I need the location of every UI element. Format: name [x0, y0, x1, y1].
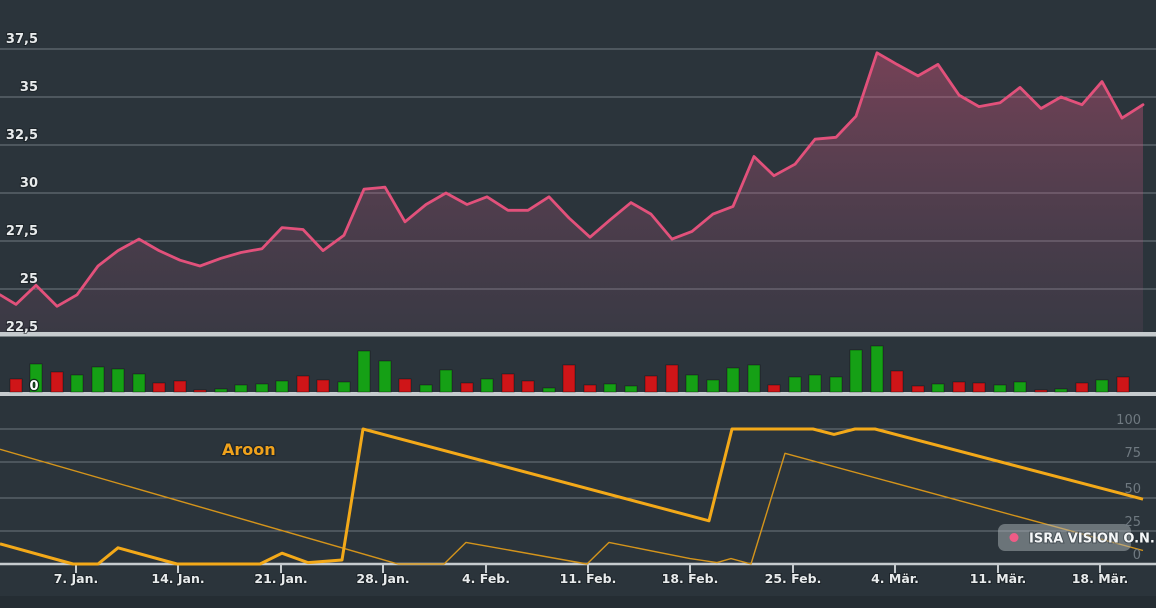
aroon-axis-label: 0: [1133, 548, 1141, 563]
price-volume-divider: [0, 332, 1156, 337]
price-axis-label: 35: [20, 80, 38, 95]
date-axis-label: 18. Mär.: [1072, 571, 1129, 586]
aroon-axis-label: 100: [1116, 413, 1141, 428]
volume-bar-up: [256, 384, 268, 392]
price-axis-label: 37,5: [6, 32, 38, 47]
volume-bar-down: [912, 386, 924, 392]
volume-bar-down: [953, 382, 965, 392]
bottom-edge-shade: [0, 596, 1156, 608]
volume-bar-up: [850, 350, 862, 392]
volume-baseline: [0, 392, 1156, 396]
volume-bar-down: [51, 372, 63, 392]
volume-bar-up: [235, 385, 247, 392]
date-axis-label: 11. Feb.: [560, 571, 617, 586]
volume-bar-up: [994, 385, 1006, 392]
price-axis-label: 25: [20, 272, 38, 287]
volume-bar-down: [973, 383, 985, 392]
volume-bar-up: [481, 379, 493, 392]
volume-bar-down: [891, 371, 903, 392]
date-axis-label: 11. Mär.: [970, 571, 1027, 586]
volume-bar-up: [440, 370, 452, 392]
volume-bar-up: [748, 365, 760, 392]
date-axis-label: 4. Feb.: [462, 571, 510, 586]
volume-bar-up: [809, 375, 821, 392]
volume-bar-up: [358, 351, 370, 392]
price-axis-label: 32,5: [6, 128, 38, 143]
volume-bar-up: [1096, 380, 1108, 392]
volume-bar-up: [932, 384, 944, 392]
volume-bar-down: [502, 374, 514, 392]
volume-bar-down: [522, 381, 534, 392]
volume-bar-up: [276, 381, 288, 392]
volume-bar-up: [338, 382, 350, 392]
volume-bar-down: [461, 383, 473, 392]
volume-bar-down: [768, 385, 780, 392]
volume-bar-up: [830, 377, 842, 392]
legend-series-dot-icon: [1010, 533, 1019, 542]
volume-bar-down: [1035, 390, 1047, 392]
volume-bar-up: [604, 384, 616, 392]
price-axis-label: 30: [20, 176, 38, 191]
volume-bar-up: [707, 380, 719, 392]
volume-bar-up: [1014, 382, 1026, 392]
volume-bar-up: [727, 368, 739, 392]
legend-series-label: ISRA VISION O.N.: [1029, 532, 1155, 547]
volume-bar-up: [92, 367, 104, 392]
stock-chart-window: ISRA VISION O.N. Aroon 0 37,5 35 32,5 30 27,…: [0, 0, 1156, 608]
volume-bar-up: [1055, 389, 1067, 392]
date-axis-label: 21. Jan.: [254, 571, 307, 586]
aroon-axis-label: 50: [1124, 482, 1141, 497]
aroon-axis-label: 25: [1124, 515, 1141, 530]
volume-bar-down: [1117, 377, 1129, 392]
volume-bar-down: [666, 365, 678, 392]
volume-bar-up: [686, 375, 698, 392]
chart-canvas[interactable]: ISRA VISION O.N. Aroon 0 37,5 35 32,5 30 27,…: [0, 0, 1156, 608]
volume-bar-down: [1076, 383, 1088, 392]
date-axis-label: 4. Mär.: [871, 571, 919, 586]
price-axis-label: 22,5: [6, 320, 38, 335]
price-axis-label: 27,5: [6, 224, 38, 239]
volume-bar-up: [625, 386, 637, 392]
volume-bar-up: [789, 377, 801, 392]
volume-bar-down: [10, 379, 22, 392]
volume-bar-down: [153, 383, 165, 392]
date-axis-label: 25. Feb.: [765, 571, 822, 586]
date-axis-label: 28. Jan.: [356, 571, 409, 586]
date-axis-label: 18. Feb.: [662, 571, 719, 586]
volume-bar-down: [317, 380, 329, 392]
volume-bar-up: [871, 346, 883, 392]
volume-bar-down: [194, 390, 206, 392]
volume-bar-up: [379, 361, 391, 392]
volume-bar-up: [420, 385, 432, 392]
volume-bar-down: [174, 381, 186, 392]
volume-zero-label: 0: [29, 379, 38, 394]
date-axis-label: 7. Jan.: [54, 571, 99, 586]
volume-bar-down: [563, 365, 575, 392]
volume-bar-down: [297, 376, 309, 392]
volume-bar-down: [399, 379, 411, 392]
volume-bar-down: [645, 376, 657, 392]
volume-bar-up: [215, 389, 227, 392]
date-axis-label: 14. Jan.: [151, 571, 204, 586]
volume-bar-up: [543, 388, 555, 392]
aroon-indicator-title: Aroon: [222, 440, 276, 459]
volume-bar-up: [71, 375, 83, 392]
volume-bar-up: [112, 369, 124, 392]
volume-bar-up: [133, 374, 145, 392]
volume-bar-down: [584, 385, 596, 392]
aroon-axis-label: 75: [1124, 446, 1141, 461]
